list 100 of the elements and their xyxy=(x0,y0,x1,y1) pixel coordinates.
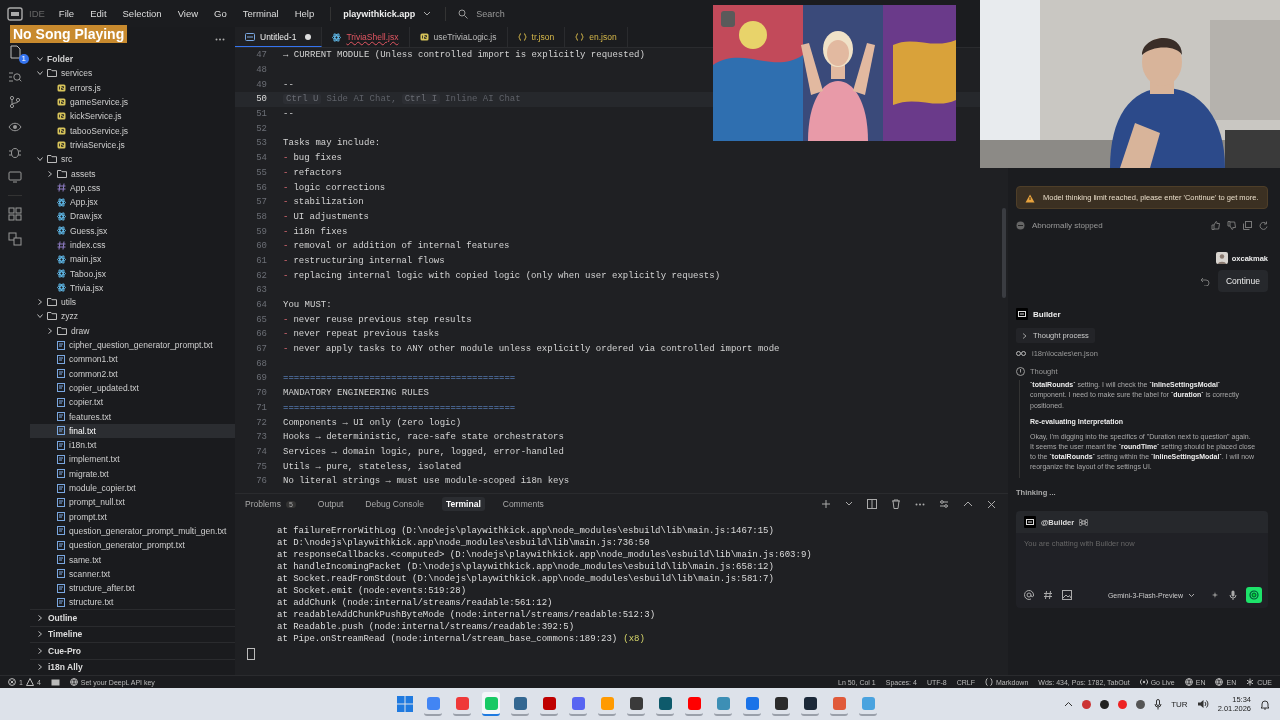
chevron-up-icon[interactable] xyxy=(963,501,973,507)
tree-item[interactable]: Taboo.jsx xyxy=(30,266,235,281)
panel-section-header[interactable]: Outline xyxy=(30,609,235,626)
undo-icon[interactable] xyxy=(1199,276,1210,286)
menu-item[interactable]: Selection xyxy=(122,8,162,19)
tree-item[interactable]: Trivia.jsx xyxy=(30,280,235,296)
at-sign-icon[interactable] xyxy=(1024,590,1034,601)
menu-item[interactable]: Terminal xyxy=(242,8,279,19)
tree-item[interactable]: question_generator_prompt_multi_gen.txt xyxy=(30,523,235,539)
tree-item[interactable]: Draw.jsx xyxy=(30,209,235,224)
editor-tab[interactable]: useTriviaLogic.js xyxy=(409,27,508,47)
volume-icon[interactable] xyxy=(1196,699,1209,709)
tree-item[interactable]: index.css xyxy=(30,237,235,253)
chat-bubble-icon[interactable] xyxy=(50,678,60,686)
tree-item[interactable]: same.txt xyxy=(30,552,235,567)
tree-item[interactable]: kickService.js xyxy=(30,109,235,124)
start-icon[interactable] xyxy=(397,696,413,712)
line-number: 71 xyxy=(255,402,267,413)
tree-item[interactable]: assets xyxy=(30,166,235,181)
tree-item[interactable]: zyzz xyxy=(30,309,235,324)
search-icon[interactable] xyxy=(8,70,22,84)
copy-icon[interactable] xyxy=(1243,221,1252,231)
sliders-icon[interactable] xyxy=(939,499,949,509)
tree-item[interactable]: gameService.js xyxy=(30,94,235,110)
hash-icon[interactable] xyxy=(1043,590,1053,601)
send-button[interactable] xyxy=(1246,587,1262,604)
caret-icon[interactable] xyxy=(845,501,853,507)
files-icon[interactable] xyxy=(8,45,22,59)
bug-icon[interactable] xyxy=(8,145,22,159)
tree-item[interactable]: triviaService.js xyxy=(30,137,235,153)
tree-item[interactable]: src xyxy=(30,152,235,167)
tree-item[interactable]: final.txt xyxy=(30,423,235,438)
tree-item[interactable]: App.jsx xyxy=(30,194,235,210)
editor-tab[interactable]: Untitled-1 xyxy=(235,27,323,47)
chevron-icon xyxy=(37,631,43,638)
code-text: bug fixes xyxy=(293,153,342,164)
tree-item[interactable]: migrate.txt xyxy=(30,466,235,481)
tree-item[interactable]: cipher_question_generator_prompt.txt xyxy=(30,337,235,353)
tree-item[interactable]: Guess.jsx xyxy=(30,223,235,238)
command-icon[interactable] xyxy=(1079,517,1089,527)
plus-icon[interactable] xyxy=(821,499,831,509)
menu-item[interactable]: View xyxy=(177,8,199,19)
line-number: 51 xyxy=(255,109,267,120)
tree-item[interactable]: copier.txt xyxy=(30,395,235,410)
menu-item[interactable]: Help xyxy=(294,8,315,19)
bell-icon[interactable] xyxy=(1260,698,1270,710)
extensions-icon[interactable] xyxy=(8,207,22,221)
panel-tab[interactable]: Debug Console xyxy=(361,497,428,511)
tree-item[interactable]: Folder xyxy=(30,52,235,67)
menu-item[interactable]: Edit xyxy=(90,8,107,19)
tree-item[interactable]: structure.txt xyxy=(30,595,235,609)
tree-item[interactable]: features.txt xyxy=(30,409,235,424)
refresh-icon[interactable] xyxy=(1259,221,1268,231)
project-selector[interactable]: playwithkick.app xyxy=(339,8,436,19)
tree-item[interactable]: tabooService.js xyxy=(30,123,235,138)
panel-tab[interactable]: Output xyxy=(313,497,348,511)
tree-item[interactable]: App.css xyxy=(30,180,235,195)
thumbs-up-icon[interactable] xyxy=(1211,221,1220,231)
split-icon[interactable] xyxy=(867,499,877,509)
image-icon[interactable] xyxy=(1062,590,1072,601)
editor-tab[interactable]: tr.json xyxy=(507,27,566,47)
tree-item[interactable]: prompt.txt xyxy=(30,509,235,524)
monitor-icon[interactable] xyxy=(8,170,22,184)
tree-item[interactable]: i18n.txt xyxy=(30,438,235,453)
tree-item[interactable]: common1.txt xyxy=(30,352,235,367)
tree-item[interactable]: common2.txt xyxy=(30,366,235,381)
tree-item[interactable]: draw xyxy=(30,323,235,338)
editor-tab[interactable]: en.json xyxy=(565,27,628,47)
panel-tab[interactable]: Terminal xyxy=(441,497,485,511)
microphone-icon[interactable] xyxy=(1154,698,1163,710)
translate-icon[interactable] xyxy=(8,232,22,246)
tree-item[interactable]: structure_after.txt xyxy=(30,581,235,596)
tree-item[interactable]: copier_updated.txt xyxy=(30,380,235,396)
tree-item[interactable]: prompt_null.txt xyxy=(30,495,235,510)
menu-item[interactable]: File xyxy=(58,8,75,19)
tree-item[interactable]: module_copier.txt xyxy=(30,480,235,496)
menu-item[interactable]: Go xyxy=(214,8,227,19)
branch-icon[interactable] xyxy=(8,95,22,109)
panel-tab[interactable]: Comments xyxy=(498,497,548,511)
tree-item[interactable]: question_generator_prompt.txt xyxy=(30,538,235,553)
eye-icon[interactable] xyxy=(8,120,22,134)
trash-icon[interactable] xyxy=(891,499,901,509)
more-icon[interactable] xyxy=(915,502,925,506)
chevron-icon xyxy=(1022,332,1027,339)
chevron-up-icon[interactable] xyxy=(1064,701,1074,707)
thumbs-down-icon[interactable] xyxy=(1227,221,1236,231)
tree-item[interactable]: services xyxy=(30,66,235,81)
panel-section-header[interactable]: Timeline xyxy=(30,625,235,642)
editor-tab[interactable]: TriviaShell.jsx xyxy=(322,27,410,47)
close-icon[interactable] xyxy=(987,499,996,509)
tree-item[interactable]: scanner.txt xyxy=(30,566,235,581)
tree-item[interactable]: implement.txt xyxy=(30,452,235,467)
search-field[interactable]: Search xyxy=(474,7,679,20)
tree-item[interactable]: main.jsx xyxy=(30,252,235,267)
microphone-icon[interactable] xyxy=(1229,590,1237,601)
panel-section-header[interactable]: Cue-Pro xyxy=(30,642,235,659)
tree-item[interactable]: errors.js xyxy=(30,80,235,95)
keyboard-language[interactable]: TUR xyxy=(1171,699,1188,709)
tree-item[interactable]: utils xyxy=(30,295,235,310)
more-icon[interactable] xyxy=(215,38,225,41)
